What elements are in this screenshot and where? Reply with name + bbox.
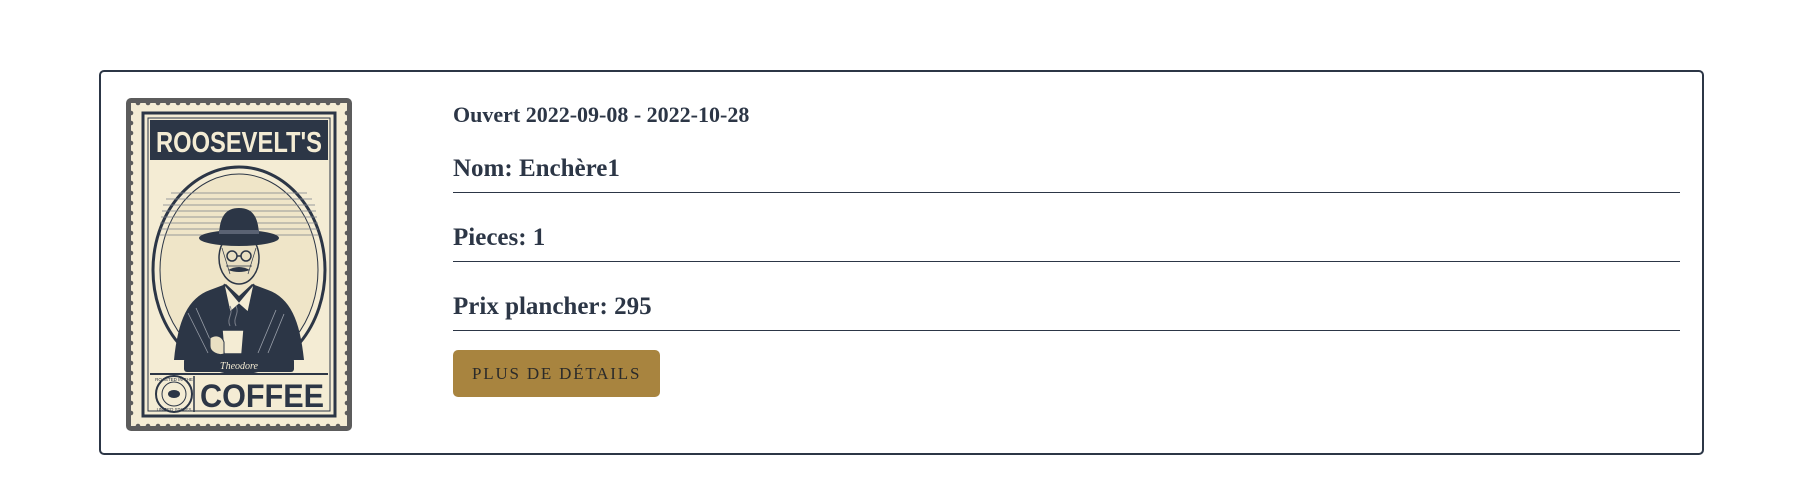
product-stamp-image: ROOSEVELT'S Theodore ROASTED IN THE UNIT…	[126, 98, 352, 431]
svg-text:ROASTED IN THE: ROASTED IN THE	[155, 377, 193, 382]
auction-period: Ouvert 2022-09-08 - 2022-10-28	[453, 102, 750, 127]
auction-pieces-field: Pieces: 1	[453, 221, 1680, 262]
svg-text:Theodore: Theodore	[220, 361, 259, 372]
more-details-button[interactable]: PLUS DE DÉTAILS	[453, 350, 661, 397]
svg-text:ROOSEVELT'S: ROOSEVELT'S	[156, 127, 322, 159]
auction-info: Ouvert 2022-09-08 - 2022-10-28 Nom: Ench…	[453, 100, 1680, 397]
auction-card: ROOSEVELT'S Theodore ROASTED IN THE UNIT…	[99, 70, 1704, 455]
svg-text:COFFEE: COFFEE	[200, 378, 324, 414]
auction-floor-price-field: Prix plancher: 295	[453, 290, 1680, 331]
auction-name-field: Nom: Enchère1	[453, 152, 1680, 193]
svg-text:UNITED STATES: UNITED STATES	[157, 407, 192, 412]
